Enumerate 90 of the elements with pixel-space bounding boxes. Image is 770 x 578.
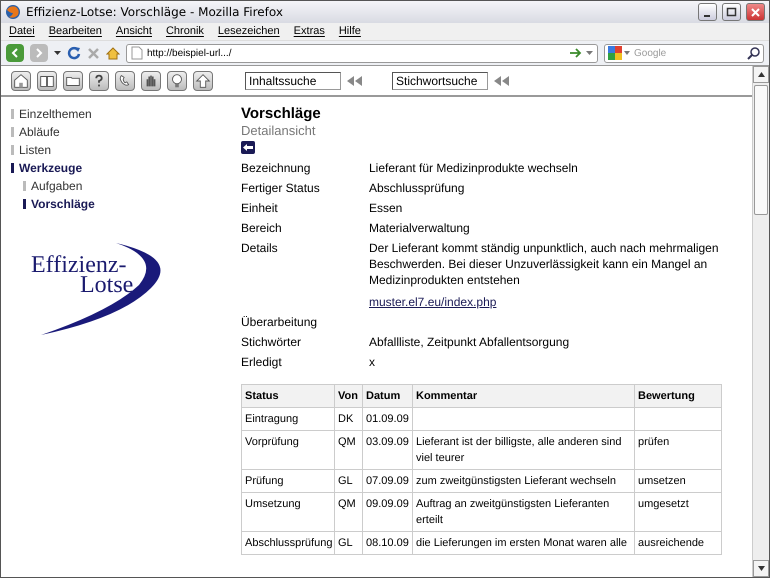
maximize-icon[interactable]	[726, 6, 737, 18]
field-label: Stichwörter	[241, 334, 302, 350]
link[interactable]: muster.el7.eu/index.php	[369, 294, 496, 310]
table-cell: prüfen	[638, 436, 670, 448]
sidebar-item[interactable]: Einzelthemen	[11, 105, 231, 123]
sidebar-item[interactable]: Aufgaben	[11, 177, 231, 195]
menu-item[interactable]: Hilfe	[338, 23, 361, 40]
table-cell: umsetzen	[638, 475, 686, 487]
table-cell: Vorprüfung	[245, 436, 299, 448]
table-cell: DK	[338, 413, 354, 425]
menu-item[interactable]: Extras	[294, 23, 325, 40]
sidebar-item[interactable]: Abläufe	[11, 123, 231, 141]
search-input[interactable]: Stichwortsuche	[392, 72, 488, 90]
double-arrow-left-icon[interactable]	[494, 76, 509, 86]
help-icon[interactable]	[89, 70, 109, 90]
light-bulb-icon[interactable]	[167, 70, 187, 90]
table-cell: QM	[338, 436, 356, 448]
field-label: Erledigt	[241, 354, 283, 370]
field-value: Der Lieferant kommt ständig unpunktlich, auch nach mehrmaligen Beschwerden. Bei dieser Unzuverlässigkeit kann ein Mangel an Medizinprodukten entstehen	[369, 240, 720, 288]
scroll-down-icon[interactable]	[758, 566, 764, 571]
phone-icon[interactable]	[115, 70, 135, 90]
scrollbar[interactable]	[752, 66, 769, 577]
address-text: http://beispiel-url.../	[147, 46, 232, 60]
field-label: Bezeichnung	[241, 160, 312, 176]
field-value: Lieferant für Medizinprodukte wechseln	[369, 160, 579, 176]
scrollbar-thumb[interactable]	[754, 85, 768, 215]
double-arrow-left-icon[interactable]	[347, 76, 362, 86]
field-value: Essen	[369, 200, 404, 216]
menu-item[interactable]: Bearbeiten	[48, 23, 102, 40]
table-cell: GL	[338, 475, 353, 487]
home-icon[interactable]	[106, 46, 120, 60]
table-cell: 08.10.09	[366, 537, 409, 549]
sidebar-item[interactable]: Werkzeuge	[11, 159, 231, 177]
table-cell: 07.09.09	[366, 475, 409, 487]
table-cell: 09.09.09	[366, 498, 409, 510]
field-value: x	[369, 354, 376, 370]
field-label: Überarbeitung	[241, 314, 318, 330]
column-header: Datum	[362, 384, 412, 408]
table-cell: Auftrag an zweitgünstigsten Lieferanten erteilt	[416, 498, 610, 526]
table-cell: Umsetzung	[245, 498, 301, 510]
menu-item[interactable]: Chronik	[166, 23, 204, 40]
field-value: Abschlussprüfung	[369, 180, 466, 196]
back-button[interactable]	[6, 44, 24, 62]
column-header: Bewertung	[634, 384, 722, 408]
search-placeholder: Google	[634, 46, 668, 60]
page-icon	[131, 46, 143, 60]
menu-item[interactable]: Ansicht	[116, 23, 152, 40]
folder-icon[interactable]	[63, 70, 83, 90]
sidebar-item[interactable]: Listen	[11, 141, 231, 159]
reload-icon[interactable]	[67, 46, 81, 60]
window-title: Effizienz-Lotse: Vorschläge - Mozilla Firefox	[26, 4, 284, 21]
table-cell: zum zweitgünstigsten Lieferant wechseln	[416, 475, 616, 487]
dropdown-icon[interactable]	[54, 50, 61, 56]
menu-item[interactable]: Datei	[9, 23, 35, 40]
table-cell: Lieferant ist der billigste, alle anderen sind viel teurer	[416, 436, 622, 464]
field-value: Abfallliste, Zeitpunkt Abfallentsorgung	[369, 334, 570, 350]
page-heading: Vorschläge	[241, 105, 322, 123]
search-input[interactable]: Inhaltssuche	[245, 72, 341, 90]
search-icon[interactable]	[747, 46, 760, 60]
table-cell: Eintragung	[245, 413, 298, 425]
table-cell: GL	[338, 537, 353, 549]
sidebar-item[interactable]: Vorschläge	[11, 195, 231, 213]
scroll-up-icon[interactable]	[758, 72, 764, 77]
column-header: Kommentar	[412, 384, 634, 408]
close-icon[interactable]	[750, 6, 761, 18]
search-engine-icon[interactable]	[608, 46, 630, 60]
table-cell: Prüfung	[245, 475, 284, 487]
field-value: Materialverwaltung	[369, 220, 471, 236]
home-icon[interactable]	[11, 70, 31, 90]
table-cell: QM	[338, 498, 356, 510]
address-bar[interactable]: http://beispiel-url.../	[126, 44, 598, 62]
table-cell: Abschlussprüfung	[245, 537, 332, 549]
field-label: Einheit	[241, 200, 279, 216]
page-subheading: Detailansicht	[241, 123, 316, 139]
field-label: Details	[241, 240, 279, 257]
field-label: Fertiger Status	[241, 180, 321, 196]
go-arrow-icon[interactable]	[570, 48, 582, 58]
back-arrow-icon[interactable]	[241, 141, 255, 154]
menu-item[interactable]: Lesezeichen	[218, 23, 280, 40]
table-cell: ausreichende	[638, 537, 704, 549]
field-label: Bereich	[241, 220, 283, 236]
book-icon[interactable]	[37, 70, 57, 90]
column-header: Status	[242, 384, 334, 408]
column-header: Von	[334, 384, 362, 408]
table-cell: 01.09.09	[366, 413, 409, 425]
table-cell: umgesetzt	[638, 498, 689, 510]
arrow-up-icon[interactable]	[193, 70, 213, 90]
browser-logo-icon	[5, 4, 21, 20]
table-cell: 03.09.09	[366, 436, 409, 448]
table-cell: die Lieferungen im ersten Monat waren alle	[416, 537, 627, 549]
